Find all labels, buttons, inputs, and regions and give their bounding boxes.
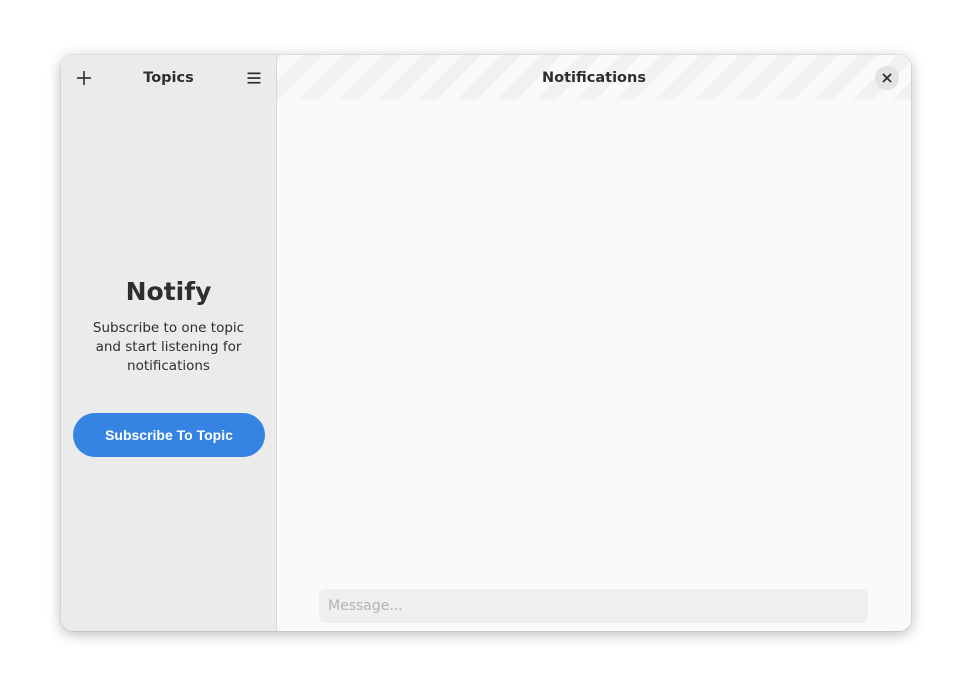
empty-status-page: Notify Subscribe to one topic and start … (61, 277, 276, 376)
close-icon (882, 73, 892, 83)
add-topic-button[interactable] (68, 62, 100, 94)
topics-sidebar: Topics Notify Subscribe to one topic and… (61, 55, 277, 631)
close-button[interactable] (875, 66, 899, 90)
message-input[interactable] (319, 589, 868, 623)
main-title: Notifications (542, 70, 646, 86)
main-header: Notifications (277, 55, 911, 107)
sidebar-title: Topics (143, 70, 194, 86)
notifications-pane: Notifications (277, 55, 911, 631)
status-title: Notify (125, 277, 212, 306)
hamburger-menu-icon (247, 72, 261, 84)
app-window: Topics Notify Subscribe to one topic and… (61, 55, 911, 631)
subscribe-to-topic-button[interactable]: Subscribe To Topic (73, 413, 265, 457)
status-description: Subscribe to one topic and start listeni… (92, 320, 245, 374)
main-menu-button[interactable] (238, 62, 270, 94)
sidebar-header: Topics (61, 55, 276, 101)
plus-icon (77, 71, 91, 85)
